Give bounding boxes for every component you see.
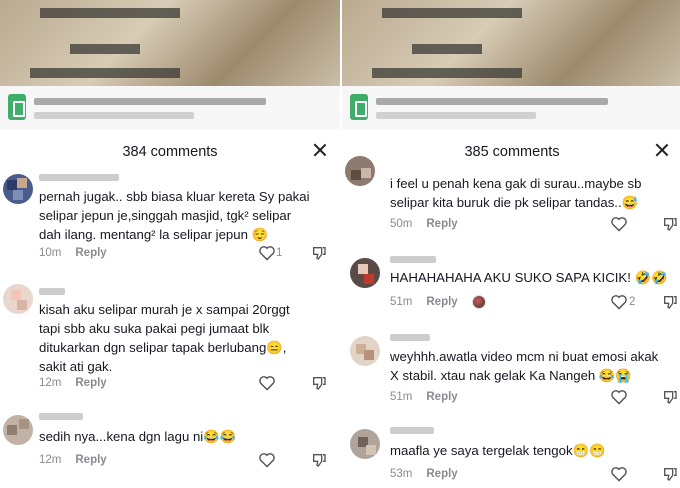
avatar[interactable] bbox=[3, 284, 33, 314]
avatar[interactable] bbox=[3, 174, 33, 204]
username-blurred[interactable] bbox=[39, 288, 65, 295]
comment-meta: 10m Reply bbox=[39, 247, 107, 259]
comment-text: maafla ye saya tergelak tengok😁😁 bbox=[390, 443, 606, 458]
like-count: 1 bbox=[276, 247, 283, 259]
heart-icon[interactable] bbox=[610, 466, 628, 482]
reply-button[interactable]: Reply bbox=[426, 391, 457, 403]
dislike-icon[interactable] bbox=[662, 294, 678, 310]
reply-button[interactable]: Reply bbox=[75, 377, 106, 389]
comment-text: pernah jugak.. sbb biasa kluar kereta Sy… bbox=[39, 189, 310, 242]
comment-item: i feel u penah kena gak di surau..maybe … bbox=[342, 156, 680, 236]
username-blurred[interactable] bbox=[39, 174, 119, 181]
reply-button[interactable]: Reply bbox=[426, 468, 457, 480]
reply-button[interactable]: Reply bbox=[426, 218, 457, 230]
avatar[interactable] bbox=[350, 336, 380, 366]
heart-icon[interactable] bbox=[610, 216, 628, 232]
comment-text: kisah aku selipar murah je x sampai 20rg… bbox=[39, 302, 290, 374]
username-blurred[interactable] bbox=[390, 334, 430, 341]
username-blurred[interactable] bbox=[390, 256, 436, 263]
comment-text: weyhhh.awatla video mcm ni buat emosi ak… bbox=[390, 349, 659, 383]
dislike-icon[interactable] bbox=[311, 245, 327, 261]
heart-icon[interactable] bbox=[258, 375, 276, 391]
reply-button[interactable]: Reply bbox=[75, 247, 106, 259]
video-thumbnail-blurred[interactable] bbox=[0, 0, 340, 86]
username-blurred[interactable] bbox=[390, 427, 434, 434]
heart-icon[interactable] bbox=[610, 389, 628, 405]
comment-time: 51m bbox=[390, 391, 413, 403]
video-link-bar[interactable] bbox=[342, 86, 680, 130]
creator-avatar-icon bbox=[472, 295, 486, 309]
comment-time: 12m bbox=[39, 377, 62, 389]
comment-time: 53m bbox=[390, 468, 413, 480]
video-link-bar[interactable] bbox=[0, 86, 340, 130]
comments-count-title: 384 comments bbox=[122, 144, 218, 160]
comment-item: pernah jugak.. sbb biasa kluar kereta Sy… bbox=[0, 174, 340, 261]
reply-button[interactable]: Reply bbox=[75, 454, 106, 466]
comment-meta: 12m Reply bbox=[39, 377, 107, 389]
comments-panel-right: 385 comments i feel u penah kena gak di … bbox=[340, 0, 680, 488]
heart-icon[interactable] bbox=[258, 245, 276, 261]
dislike-icon[interactable] bbox=[662, 389, 678, 405]
comment-time: 50m bbox=[390, 218, 413, 230]
comment-meta: 12m Reply bbox=[39, 454, 107, 466]
comment-text: i feel u penah kena gak di surau..maybe … bbox=[390, 176, 642, 210]
like-count: 2 bbox=[629, 296, 636, 308]
comments-header: 384 comments bbox=[0, 140, 340, 166]
avatar[interactable] bbox=[350, 429, 380, 459]
comment-item: sedih nya...kena dgn lagu ni😂😂 12m Reply bbox=[0, 413, 340, 473]
comments-panel-left: 384 comments pernah jugak.. sbb biasa kl… bbox=[0, 0, 340, 488]
avatar[interactable] bbox=[350, 258, 380, 288]
comment-time: 51m bbox=[390, 296, 413, 308]
comment-time: 12m bbox=[39, 454, 62, 466]
avatar[interactable] bbox=[3, 415, 33, 445]
comment-meta: 53m Reply bbox=[390, 468, 458, 480]
dislike-icon[interactable] bbox=[311, 452, 327, 468]
comment-item: maafla ye saya tergelak tengok😁😁 53m Repl… bbox=[342, 427, 680, 485]
avatar[interactable] bbox=[345, 156, 375, 186]
video-thumbnail-blurred[interactable] bbox=[342, 0, 680, 86]
dislike-icon[interactable] bbox=[662, 466, 678, 482]
heart-icon[interactable] bbox=[610, 294, 628, 310]
comment-item: HAHAHAHAHA AKU SUKO SAPA KICIK! 🤣🤣 51m Re… bbox=[342, 256, 680, 316]
dislike-icon[interactable] bbox=[662, 216, 678, 232]
comment-text: sedih nya...kena dgn lagu ni😂😂 bbox=[39, 429, 237, 444]
comment-meta: 51m Reply bbox=[390, 296, 458, 308]
dislike-icon[interactable] bbox=[311, 375, 327, 391]
comment-text: HAHAHAHAHA AKU SUKO SAPA KICIK! 🤣🤣 bbox=[390, 270, 668, 285]
reply-button[interactable]: Reply bbox=[426, 296, 457, 308]
comment-item: weyhhh.awatla video mcm ni buat emosi ak… bbox=[342, 334, 680, 408]
comment-item: kisah aku selipar murah je x sampai 20rg… bbox=[0, 284, 340, 394]
link-app-icon bbox=[8, 94, 26, 120]
comments-count-title: 385 comments bbox=[464, 144, 560, 160]
comments-header: 385 comments bbox=[342, 140, 680, 166]
close-icon[interactable] bbox=[312, 142, 328, 158]
comment-meta: 51m Reply bbox=[390, 391, 458, 403]
heart-icon[interactable] bbox=[258, 452, 276, 468]
comment-meta: 50m Reply bbox=[390, 218, 458, 230]
username-blurred[interactable] bbox=[39, 413, 83, 420]
close-icon[interactable] bbox=[654, 142, 670, 158]
comment-time: 10m bbox=[39, 247, 62, 259]
link-app-icon bbox=[350, 94, 368, 120]
